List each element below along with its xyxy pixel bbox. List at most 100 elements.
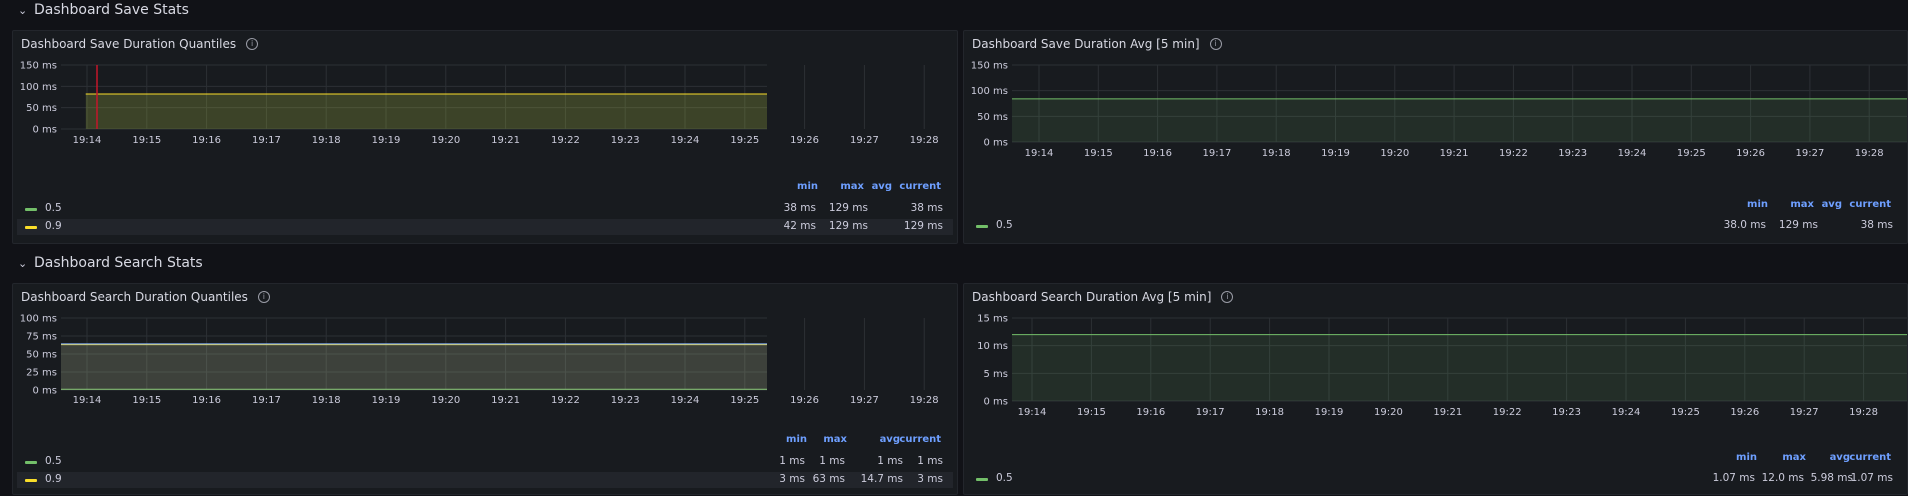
x-tick-label: 19:21 (491, 135, 520, 146)
legend-header-min[interactable]: min (1747, 199, 1768, 210)
legend-header-avg[interactable]: avg (1822, 199, 1842, 210)
x-tick-label: 19:28 (910, 395, 939, 406)
x-tick-label: 19:20 (1374, 407, 1403, 418)
x-tick-label: 19:16 (1136, 407, 1165, 418)
legend-header-current[interactable]: current (899, 181, 941, 192)
x-tick-label: 19:23 (1558, 148, 1587, 159)
x-tick-label: 19:21 (1440, 148, 1469, 159)
y-tick-label: 10 ms (977, 341, 1008, 352)
panel-title: Dashboard Search Duration Quantiles i (21, 290, 270, 304)
y-tick-label: 100 ms (20, 82, 57, 93)
chart-search-avg[interactable]: 15 ms 10 ms 5 ms 0 ms 19:14 19:15 19:16 19:17 19… (964, 314, 1908, 472)
legend-header-min[interactable]: min (786, 434, 807, 445)
x-tick-label: 19:27 (850, 395, 879, 406)
legend-header-avg[interactable]: avg (872, 181, 892, 192)
legend-header-max[interactable]: max (840, 181, 864, 192)
legend-header-max[interactable]: max (1790, 199, 1814, 210)
x-tick-label: 19:16 (192, 395, 221, 406)
legend-current: 1 ms (917, 455, 943, 467)
legend-header-avg[interactable]: avg (1830, 452, 1850, 463)
series-area (85, 94, 767, 129)
x-tick-label: 19:24 (1612, 407, 1641, 418)
legend-max: 129 ms (828, 202, 868, 214)
panel-save-quantiles[interactable]: Dashboard Save Duration Quantiles i 150 … (12, 30, 958, 244)
x-tick-label: 19:22 (551, 135, 580, 146)
panel-title-text: Dashboard Search Duration Avg [5 min] (972, 290, 1212, 304)
legend-header-min[interactable]: min (797, 181, 818, 192)
legend-row[interactable]: 0.5 38 ms 129 ms 38 ms (17, 201, 953, 217)
legend-header-current[interactable]: current (1849, 452, 1891, 463)
legend-swatch (25, 208, 37, 211)
y-tick-label: 50 ms (977, 112, 1008, 123)
info-icon[interactable]: i (257, 291, 270, 303)
x-tick-label: 19:20 (1380, 148, 1409, 159)
legend-current: 1.07 ms (1850, 472, 1893, 484)
x-tick-label: 19:17 (1202, 148, 1231, 159)
chart-save-avg[interactable]: 150 ms 100 ms 50 ms 0 ms 19:14 19:15 19:16 19:1… (964, 61, 1908, 219)
x-tick-label: 19:17 (1196, 407, 1225, 418)
info-icon[interactable]: i (246, 38, 259, 50)
x-tick-label: 19:28 (1849, 407, 1878, 418)
legend: min max avg current 0.5 1 ms 1 ms 1 ms 1… (13, 434, 957, 496)
panel-search-quantiles[interactable]: Dashboard Search Duration Quantiles i 10… (12, 283, 958, 495)
x-tick-label: 19:22 (1493, 407, 1522, 418)
legend-current: 38 ms (910, 202, 943, 214)
legend-header-max[interactable]: max (1782, 452, 1806, 463)
legend-series-name: 0.9 (45, 220, 62, 232)
legend-avg: 14.7 ms (860, 473, 903, 485)
legend-current: 38 ms (1860, 219, 1893, 231)
legend-row[interactable]: 0.5 1.07 ms 12.0 ms 5.98 ms 1.07 ms (968, 471, 1903, 487)
y-tick-label: 5 ms (984, 369, 1009, 380)
plot-area (85, 93, 767, 129)
legend-header-min[interactable]: min (1736, 452, 1757, 463)
legend-header-current[interactable]: current (899, 434, 941, 445)
panel-title: Dashboard Save Duration Avg [5 min] i (972, 37, 1222, 51)
x-tick-label: 19:19 (1321, 148, 1350, 159)
y-tick-label: 100 ms (971, 86, 1008, 97)
chart-save-quantiles[interactable]: 150 ms 100 ms 50 ms 0 ms 19:14 19:15 19:16 19:1… (13, 61, 959, 201)
x-tick-label: 19:15 (1077, 407, 1106, 418)
x-tick-label: 19:26 (1730, 407, 1759, 418)
legend-header-current[interactable]: current (1849, 199, 1891, 210)
chart-search-quantiles[interactable]: 100 ms 75 ms 50 ms 25 ms 0 ms 19:14 19:15 19:16… (13, 314, 959, 454)
y-tick-label: 150 ms (971, 61, 1008, 72)
row-header-save[interactable]: ⌄ Dashboard Save Stats (18, 0, 189, 20)
legend-row[interactable]: 0.9 42 ms 129 ms 129 ms (17, 219, 953, 235)
x-tick-label: 19:25 (1677, 148, 1706, 159)
info-icon[interactable]: i (1221, 291, 1234, 303)
legend-header-avg[interactable]: avg (880, 434, 900, 445)
legend-row[interactable]: 0.5 1 ms 1 ms 1 ms 1 ms (17, 454, 953, 470)
x-tick-label: 19:23 (1552, 407, 1581, 418)
legend-current: 3 ms (917, 473, 943, 485)
legend-avg: 5.98 ms (1810, 472, 1853, 484)
x-tick-label: 19:27 (1790, 407, 1819, 418)
legend-max: 129 ms (828, 220, 868, 232)
x-tick-label: 19:19 (372, 135, 401, 146)
plot-area (1012, 334, 1907, 401)
y-tick-label: 25 ms (26, 368, 57, 379)
info-icon[interactable]: i (1209, 38, 1222, 50)
legend-swatch (25, 226, 37, 229)
legend-row[interactable]: 0.5 38.0 ms 129 ms 38 ms (968, 218, 1903, 234)
x-tick-label: 19:24 (671, 395, 700, 406)
legend-header: min max avg current (964, 199, 1908, 213)
x-tick-label: 19:26 (790, 135, 819, 146)
legend-row[interactable]: 0.9 3 ms 63 ms 14.7 ms 3 ms (17, 472, 953, 488)
legend-swatch (976, 478, 988, 481)
x-tick-label: 19:25 (730, 135, 759, 146)
panel-save-avg[interactable]: Dashboard Save Duration Avg [5 min] i 15… (963, 30, 1908, 244)
legend: min max avg current 0.5 38 ms 129 ms 38 … (13, 181, 957, 245)
series-area (61, 343, 767, 390)
row-header-search[interactable]: ⌄ Dashboard Search Stats (18, 253, 203, 273)
x-tick-label: 19:16 (1143, 148, 1172, 159)
x-tick-label: 19:17 (252, 135, 281, 146)
panel-search-avg[interactable]: Dashboard Search Duration Avg [5 min] i … (963, 283, 1908, 495)
legend-series-name: 0.5 (45, 202, 62, 214)
legend-header-max[interactable]: max (823, 434, 847, 445)
row-title: Dashboard Save Stats (34, 2, 189, 18)
x-tick-label: 19:24 (1618, 148, 1647, 159)
x-tick-label: 19:21 (491, 395, 520, 406)
y-tick-label: 0 ms (33, 125, 58, 136)
legend-max: 129 ms (1778, 219, 1818, 231)
legend-max: 1 ms (819, 455, 845, 467)
